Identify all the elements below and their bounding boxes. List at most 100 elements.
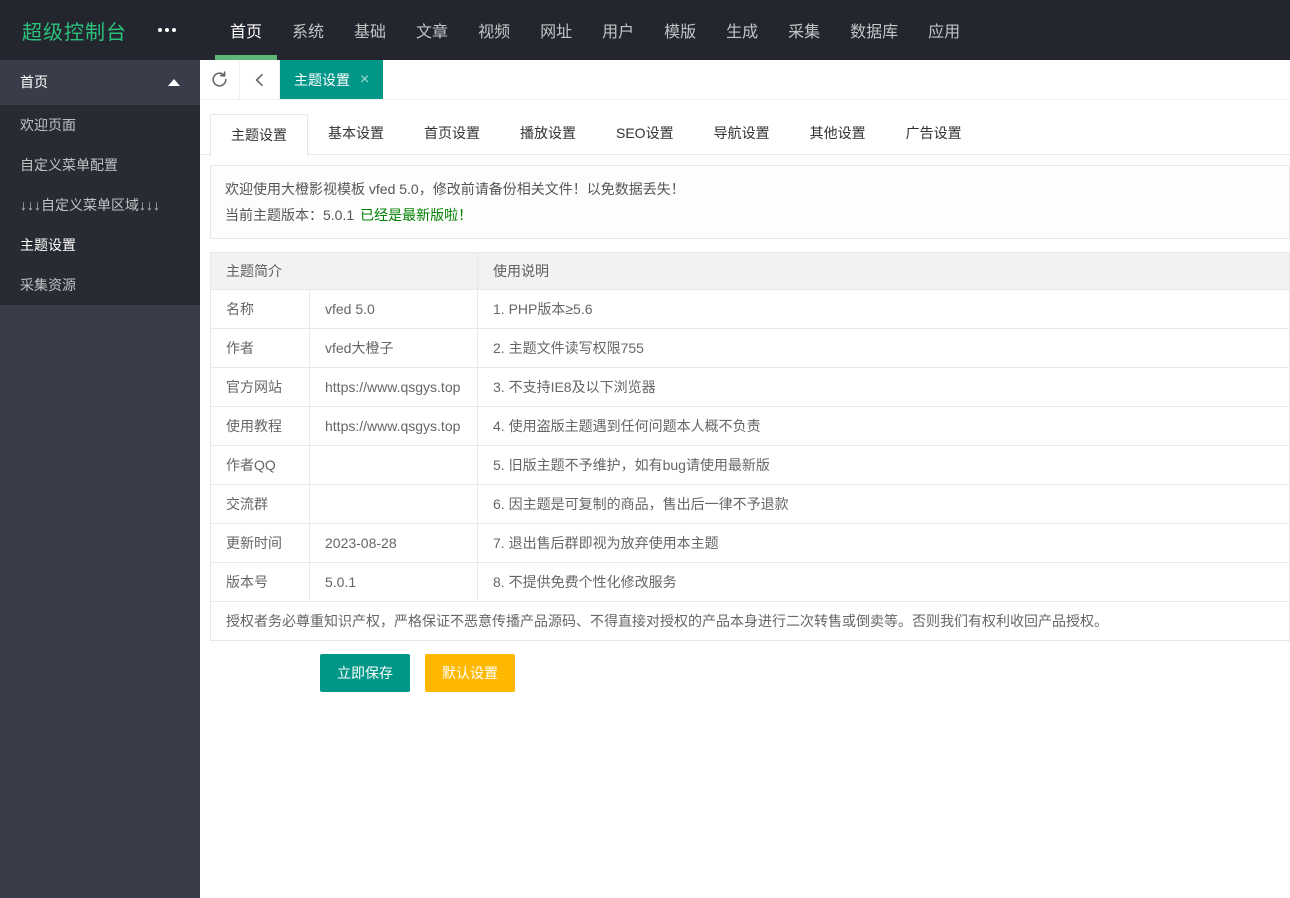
open-tab-theme-settings[interactable]: 主题设置 × <box>280 60 384 99</box>
row-value: vfed 5.0 <box>309 289 478 329</box>
sidebar-item[interactable]: ↓↓↓自定义菜单区域↓↓↓ <box>0 185 200 225</box>
open-tab-label: 主题设置 <box>294 71 350 88</box>
sidebar-item[interactable]: 欢迎页面 <box>0 105 200 145</box>
table-row: 使用教程 https://www.qsgys.top 4. 使用盗版主题遇到任何… <box>210 406 1290 446</box>
row-value <box>309 445 478 485</box>
topnav-item[interactable]: 生成 <box>711 0 773 60</box>
table-row: 作者 vfed大橙子 2. 主题文件读写权限755 <box>210 328 1290 368</box>
topnav-item-label: 首页 <box>230 24 263 41</box>
topnav-item[interactable]: 首页 <box>215 0 278 60</box>
main-area: 主题设置 × 主题设置 基本设置 首页设置 播放设置 SEO设置 导航设置 其他设置 广告设置… <box>200 60 1290 898</box>
topnav-item-label: 文章 <box>416 24 449 41</box>
column-header-usage: 使用说明 <box>477 252 1290 290</box>
disclaimer-row: 授权者务必尊重知识产权，严格保证不恶意传播产品源码、不得直接对授权的产品本身进行… <box>210 601 1290 641</box>
sidebar: 首页 欢迎页面 自定义菜单配置 ↓↓↓自定义菜单区域↓↓↓ 主题设置 采集资源 <box>0 60 200 898</box>
topnav-item[interactable]: 视频 <box>463 0 525 60</box>
row-note: 8. 不提供免费个性化修改服务 <box>477 562 1290 602</box>
row-value: 2023-08-28 <box>309 523 478 563</box>
topnav-item-label: 视频 <box>478 24 511 41</box>
sidebar-item[interactable]: 自定义菜单配置 <box>0 145 200 185</box>
row-label: 交流群 <box>210 484 310 524</box>
row-label: 作者QQ <box>210 445 310 485</box>
topnav-item-label: 生成 <box>726 24 759 41</box>
save-button[interactable]: 立即保存 <box>320 654 410 692</box>
row-note: 2. 主题文件读写权限755 <box>477 328 1290 368</box>
back-button[interactable] <box>240 60 280 99</box>
table-row: 交流群 6. 因主题是可复制的商品，售出后一律不予退款 <box>210 484 1290 524</box>
default-settings-button[interactable]: 默认设置 <box>425 654 515 692</box>
app-logo: 超级控制台 <box>22 21 127 44</box>
topnav-item-label: 基础 <box>354 24 387 41</box>
row-value <box>309 484 478 524</box>
tab-close-icon[interactable]: × <box>360 71 369 88</box>
settings-subtab[interactable]: SEO设置 <box>596 113 694 155</box>
settings-subtab[interactable]: 主题设置 <box>210 114 308 156</box>
top-navigation: 首页 系统 基础 文章 视频 网址 用户 模版 生成 采集 数据库 应用 <box>215 0 975 60</box>
row-label: 作者 <box>210 328 310 368</box>
table-row: 作者QQ 5. 旧版主题不予维护，如有bug请使用最新版 <box>210 445 1290 485</box>
settings-subtab-bar: 主题设置 基本设置 首页设置 播放设置 SEO设置 导航设置 其他设置 广告设置 <box>200 100 1290 156</box>
settings-subtab[interactable]: 首页设置 <box>404 113 500 155</box>
row-note: 3. 不支持IE8及以下浏览器 <box>477 367 1290 407</box>
row-label: 更新时间 <box>210 523 310 563</box>
triangle-up-icon <box>168 79 180 86</box>
row-note: 4. 使用盗版主题遇到任何问题本人概不负责 <box>477 406 1290 446</box>
topnav-item[interactable]: 采集 <box>773 0 835 60</box>
row-label: 名称 <box>210 289 310 329</box>
row-value: https://www.qsgys.top <box>309 406 478 446</box>
column-header-intro: 主题简介 <box>210 252 478 290</box>
welcome-notice: 欢迎使用大橙影视模板 vfed 5.0，修改前请备份相关文件！以免数据丢失！ 当… <box>210 165 1290 239</box>
topnav-item[interactable]: 模版 <box>649 0 711 60</box>
topnav-item[interactable]: 文章 <box>401 0 463 60</box>
settings-subtab[interactable]: 基本设置 <box>308 113 404 155</box>
row-value: 5.0.1 <box>309 562 478 602</box>
row-label: 官方网站 <box>210 367 310 407</box>
topnav-item[interactable]: 应用 <box>913 0 975 60</box>
action-buttons: 立即保存 默认设置 <box>320 654 1290 692</box>
latest-version-link[interactable]: 已经是最新版啦！ <box>360 207 472 223</box>
settings-content: 欢迎使用大橙影视模板 vfed 5.0，修改前请备份相关文件！以免数据丢失！ 当… <box>200 155 1290 692</box>
sidebar-item[interactable]: 采集资源 <box>0 265 200 305</box>
row-value: vfed大橙子 <box>309 328 478 368</box>
topnav-item-label: 网址 <box>540 24 573 41</box>
notice-line1: 欢迎使用大橙影视模板 vfed 5.0，修改前请备份相关文件！以免数据丢失！ <box>225 181 685 197</box>
topnav-item-label: 采集 <box>788 24 821 41</box>
row-value: https://www.qsgys.top <box>309 367 478 407</box>
settings-subtab[interactable]: 广告设置 <box>886 113 982 155</box>
topnav-item-label: 数据库 <box>850 24 899 41</box>
topnav-item-label: 用户 <box>602 24 635 41</box>
theme-info-table: 主题简介 使用说明 名称 vfed 5.0 1. PHP版本≥5.6 作者 vf… <box>210 252 1290 641</box>
topnav-item-label: 模版 <box>664 24 697 41</box>
row-note: 5. 旧版主题不予维护，如有bug请使用最新版 <box>477 445 1290 485</box>
row-label: 使用教程 <box>210 406 310 446</box>
tab-bar: 主题设置 × <box>200 60 1290 100</box>
table-row: 更新时间 2023-08-28 7. 退出售后群即视为放弃使用本主题 <box>210 523 1290 563</box>
chevron-left-icon <box>255 73 263 86</box>
notice-line2: 当前主题版本：5.0.1 已经是最新版啦！ <box>225 202 1275 228</box>
topnav-item-label: 系统 <box>292 24 325 41</box>
topnav-item-label: 应用 <box>928 24 961 41</box>
row-note: 7. 退出售后群即视为放弃使用本主题 <box>477 523 1290 563</box>
disclaimer-text: 授权者务必尊重知识产权，严格保证不恶意传播产品源码、不得直接对授权的产品本身进行… <box>210 601 1290 641</box>
refresh-button[interactable] <box>200 60 240 99</box>
settings-subtab[interactable]: 其他设置 <box>790 113 886 155</box>
sidebar-item[interactable]: 主题设置 <box>0 225 200 265</box>
sidebar-group-label: 首页 <box>20 74 48 90</box>
topnav-item[interactable]: 数据库 <box>835 0 913 60</box>
sidebar-group-home[interactable]: 首页 <box>0 60 200 105</box>
sidebar-submenu: 欢迎页面 自定义菜单配置 ↓↓↓自定义菜单区域↓↓↓ 主题设置 采集资源 <box>0 105 200 305</box>
topnav-item[interactable]: 基础 <box>339 0 401 60</box>
table-row: 官方网站 https://www.qsgys.top 3. 不支持IE8及以下浏… <box>210 367 1290 407</box>
row-note: 1. PHP版本≥5.6 <box>477 289 1290 329</box>
settings-subtab[interactable]: 导航设置 <box>694 113 790 155</box>
topnav-item[interactable]: 用户 <box>587 0 649 60</box>
settings-subtab[interactable]: 播放设置 <box>500 113 596 155</box>
notice-version-text: 当前主题版本：5.0.1 <box>225 207 355 223</box>
topnav-item[interactable]: 系统 <box>277 0 339 60</box>
table-row: 名称 vfed 5.0 1. PHP版本≥5.6 <box>210 289 1290 329</box>
topnav-item[interactable]: 网址 <box>525 0 587 60</box>
more-dots-icon[interactable] <box>158 0 215 60</box>
refresh-icon <box>212 71 227 87</box>
top-header: 超级控制台 首页 系统 基础 文章 视频 网址 用户 模版 生成 采集 数据库 … <box>0 0 1290 60</box>
row-note: 6. 因主题是可复制的商品，售出后一律不予退款 <box>477 484 1290 524</box>
